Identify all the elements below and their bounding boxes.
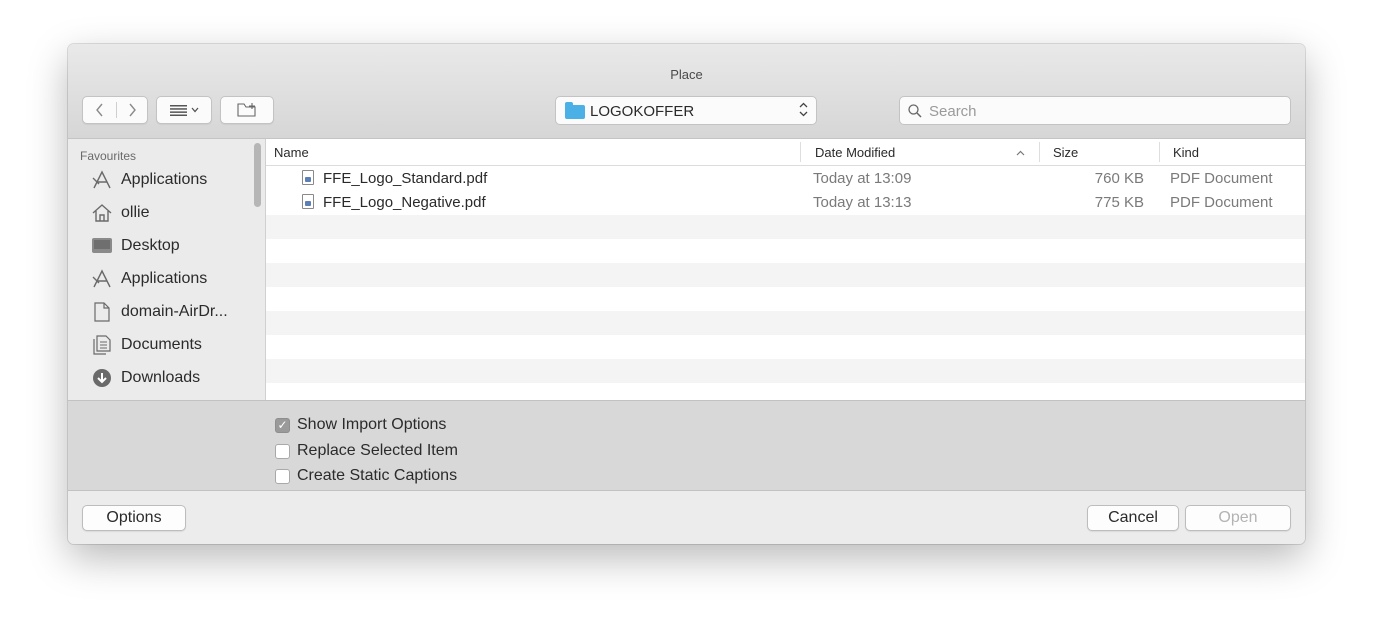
toolbar: Place LOGOKOFFER Search [68, 44, 1305, 139]
column-kind[interactable]: Kind [1173, 145, 1199, 160]
search-field[interactable] [899, 96, 1291, 125]
downloads-icon [90, 367, 114, 389]
file-name: FFE_Logo_Negative.pdf [323, 194, 486, 211]
table-row[interactable]: FFE_Logo_Standard.pdf Today at 13:09 760… [266, 167, 1305, 191]
sidebar-item-ollie[interactable]: ollie [90, 198, 260, 228]
window-title: Place [670, 67, 703, 82]
search-icon [908, 104, 922, 118]
forward-button[interactable] [116, 97, 149, 123]
table-row[interactable]: FFE_Logo_Negative.pdf Today at 13:13 775… [266, 191, 1305, 215]
chevron-right-icon [129, 103, 136, 117]
location-popup[interactable]: LOGOKOFFER [555, 96, 817, 125]
sidebar-item-domain-airdrop[interactable]: domain-AirDr... [90, 297, 260, 327]
empty-row-stripe [266, 359, 1305, 383]
create-static-captions-checkbox[interactable]: Create Static Captions [275, 466, 457, 486]
back-forward-control [82, 96, 148, 124]
show-import-options-checkbox[interactable]: ✓ Show Import Options [275, 415, 446, 435]
pdf-file-icon [302, 170, 314, 185]
checkbox-label: Create Static Captions [297, 467, 458, 484]
options-button[interactable]: Options [82, 505, 186, 531]
sidebar-item-desktop[interactable]: Desktop [90, 231, 260, 261]
sidebar-item-applications[interactable]: Applications [90, 165, 260, 195]
chevron-left-icon [96, 103, 103, 117]
sidebar-heading: Favourites [80, 149, 137, 163]
column-date-modified[interactable]: Date Modified [815, 145, 895, 160]
sidebar-item-label: domain-AirDr... [121, 303, 228, 320]
checkbox-label: Replace Selected Item [297, 442, 458, 459]
checkmark-icon[interactable]: ✓ [275, 417, 290, 433]
open-button[interactable]: Open [1185, 505, 1291, 531]
location-label: LOGOKOFFER [590, 103, 695, 120]
cancel-button[interactable]: Cancel [1087, 505, 1179, 531]
up-down-arrows-icon [799, 102, 808, 117]
file-list: Name Date Modified Size Kind FFE_Logo_St… [266, 139, 1305, 400]
sidebar-item-label: Documents [121, 336, 202, 353]
dialog-footer: Options Cancel Open [68, 491, 1305, 544]
checkbox-box[interactable] [275, 468, 290, 484]
documents-icon [90, 334, 114, 356]
checkbox-box[interactable] [275, 443, 290, 459]
sidebar-item-label: Desktop [121, 237, 180, 254]
sort-ascending-icon [1016, 150, 1025, 156]
file-name: FFE_Logo_Standard.pdf [323, 170, 488, 187]
sidebar-item-label: Applications [121, 270, 208, 287]
file-date: Today at 13:13 [813, 194, 912, 211]
applications-icon [90, 169, 114, 191]
replace-selected-item-checkbox[interactable]: Replace Selected Item [275, 441, 458, 461]
new-folder-button[interactable] [220, 96, 274, 124]
desktop-icon [90, 235, 114, 257]
empty-row-stripe [266, 215, 1305, 239]
sidebar-item-label: ollie [121, 204, 150, 221]
home-icon [90, 202, 114, 224]
document-icon [90, 301, 114, 323]
sidebar-item-downloads[interactable]: Downloads [90, 363, 260, 393]
import-options-panel: ✓ Show Import Options Replace Selected I… [68, 400, 1305, 491]
sidebar-item-applications-2[interactable]: Applications [90, 264, 260, 294]
sidebar: Favourites Applications ollie Desktop Ap… [68, 139, 266, 400]
search-input[interactable] [927, 101, 1281, 122]
sidebar-item-documents[interactable]: Documents [90, 330, 260, 360]
sidebar-item-label: Downloads [121, 369, 201, 386]
checkbox-label: Show Import Options [297, 416, 447, 433]
folder-icon [565, 102, 585, 119]
empty-row-stripe [266, 311, 1305, 335]
view-options-button[interactable] [156, 96, 212, 124]
chevron-down-icon [191, 107, 198, 113]
file-size: 775 KB [1094, 194, 1144, 211]
list-view-icon [169, 104, 187, 116]
back-button[interactable] [83, 97, 116, 123]
file-date: Today at 13:09 [813, 170, 912, 187]
file-size: 760 KB [1094, 170, 1144, 187]
empty-row-stripe [266, 263, 1305, 287]
pdf-file-icon [302, 194, 314, 209]
new-folder-icon [237, 103, 256, 117]
place-dialog: Place LOGOKOFFER Search Favourites Appli… [68, 44, 1305, 544]
column-header: Name Date Modified Size Kind [266, 139, 1305, 166]
column-name[interactable]: Name [274, 145, 309, 160]
sidebar-item-label: Applications [121, 171, 208, 188]
file-kind: PDF Document [1170, 170, 1273, 187]
applications-icon [90, 268, 114, 290]
column-size[interactable]: Size [1053, 145, 1078, 160]
file-kind: PDF Document [1170, 194, 1273, 211]
